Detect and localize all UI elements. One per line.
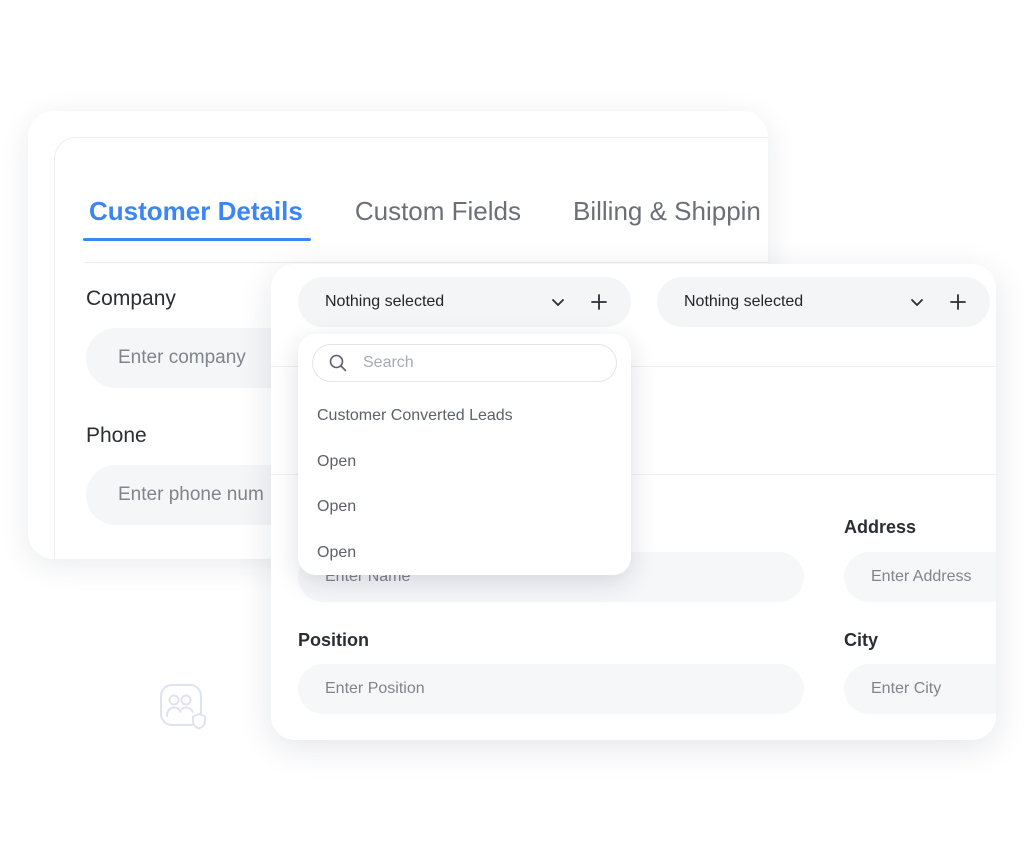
address-input[interactable] [844,552,996,602]
company-label: Company [86,287,176,310]
users-shield-icon [160,684,206,730]
select-field-2[interactable]: Nothing selected [657,277,990,327]
dropdown-search[interactable] [312,344,617,382]
tabs-divider [85,262,768,263]
plus-icon[interactable] [950,294,966,310]
select-2-value: Nothing selected [684,293,804,310]
dropdown-option[interactable]: Customer Converted Leads [317,407,513,425]
dropdown-search-input[interactable] [361,353,585,373]
address-label: Address [844,517,917,537]
tab-billing-shipping[interactable]: Billing & Shippin [569,196,765,241]
city-label: City [844,630,879,650]
dropdown-option[interactable]: Open [317,544,356,562]
position-input[interactable] [298,664,804,714]
chevron-down-icon[interactable] [551,295,565,309]
plus-icon[interactable] [591,294,607,310]
position-label: Position [298,630,369,650]
city-input[interactable] [844,664,996,714]
tab-customer-details[interactable]: Customer Details [83,196,311,241]
dropdown-option[interactable]: Open [317,453,356,471]
select-1-value: Nothing selected [325,293,445,310]
search-icon [329,354,347,372]
select-dropdown-menu: Customer Converted Leads Open Open Open [298,334,631,575]
phone-label: Phone [86,424,147,447]
chevron-down-icon[interactable] [910,295,924,309]
select-field-1[interactable]: Nothing selected [298,277,631,327]
tab-bar: Customer Details Custom Fields Billing &… [83,196,768,241]
tab-custom-fields[interactable]: Custom Fields [351,196,525,241]
stage: Customer Details Custom Fields Billing &… [0,0,1024,853]
dropdown-option[interactable]: Open [317,498,356,516]
